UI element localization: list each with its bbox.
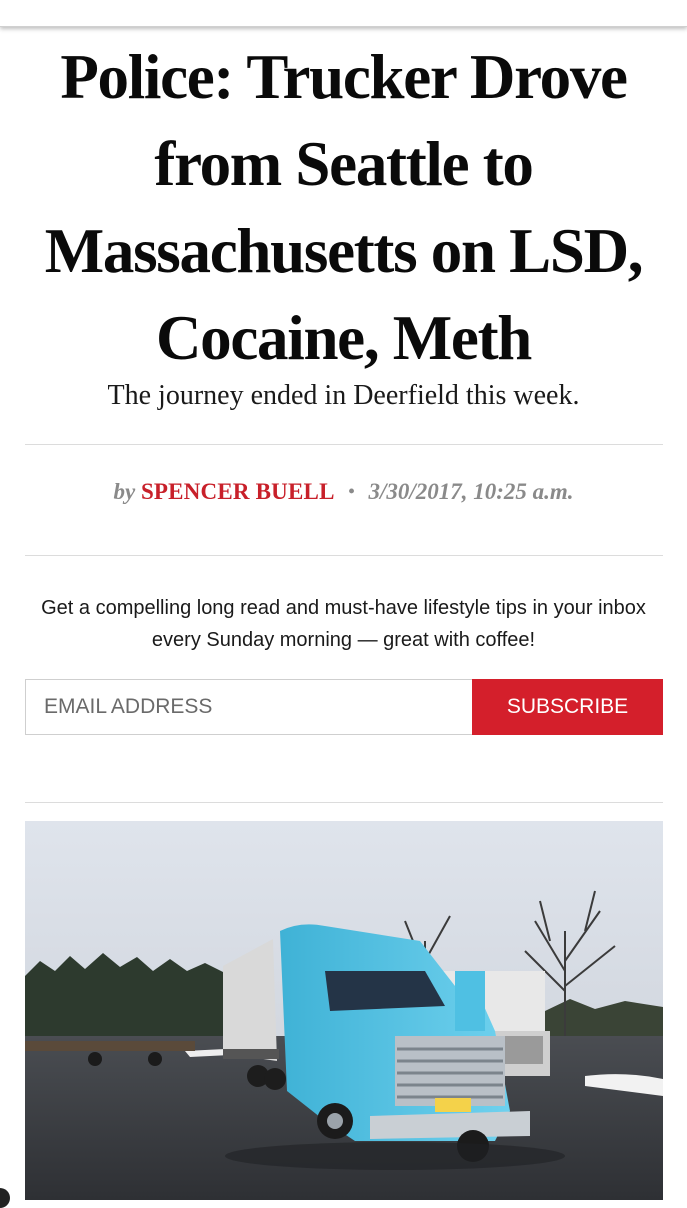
- publish-date: 3/30/2017, 10:25 a.m.: [368, 479, 574, 504]
- email-address-input[interactable]: [25, 679, 472, 735]
- subscribe-button[interactable]: SUBSCRIBE: [472, 679, 663, 735]
- scroll-indicator: [0, 1188, 10, 1208]
- newsletter-promo: Get a compelling long read and must-have…: [41, 597, 646, 651]
- article-photo[interactable]: [25, 821, 663, 1200]
- article-headline: Police: Trucker Drove from Seattle to Ma…: [44, 42, 644, 373]
- divider: [25, 444, 663, 445]
- byline-prefix: by: [113, 479, 136, 504]
- divider: [25, 555, 663, 556]
- article-dek: The journey ended in Deerfield this week…: [107, 380, 580, 411]
- byline: by SPENCER BUELL • 3/30/2017, 10:25 a.m.: [20, 474, 667, 511]
- divider: [25, 802, 663, 803]
- byline-separator: •: [348, 481, 355, 501]
- top-bar: [0, 0, 687, 27]
- author-link[interactable]: SPENCER BUELL: [141, 479, 335, 504]
